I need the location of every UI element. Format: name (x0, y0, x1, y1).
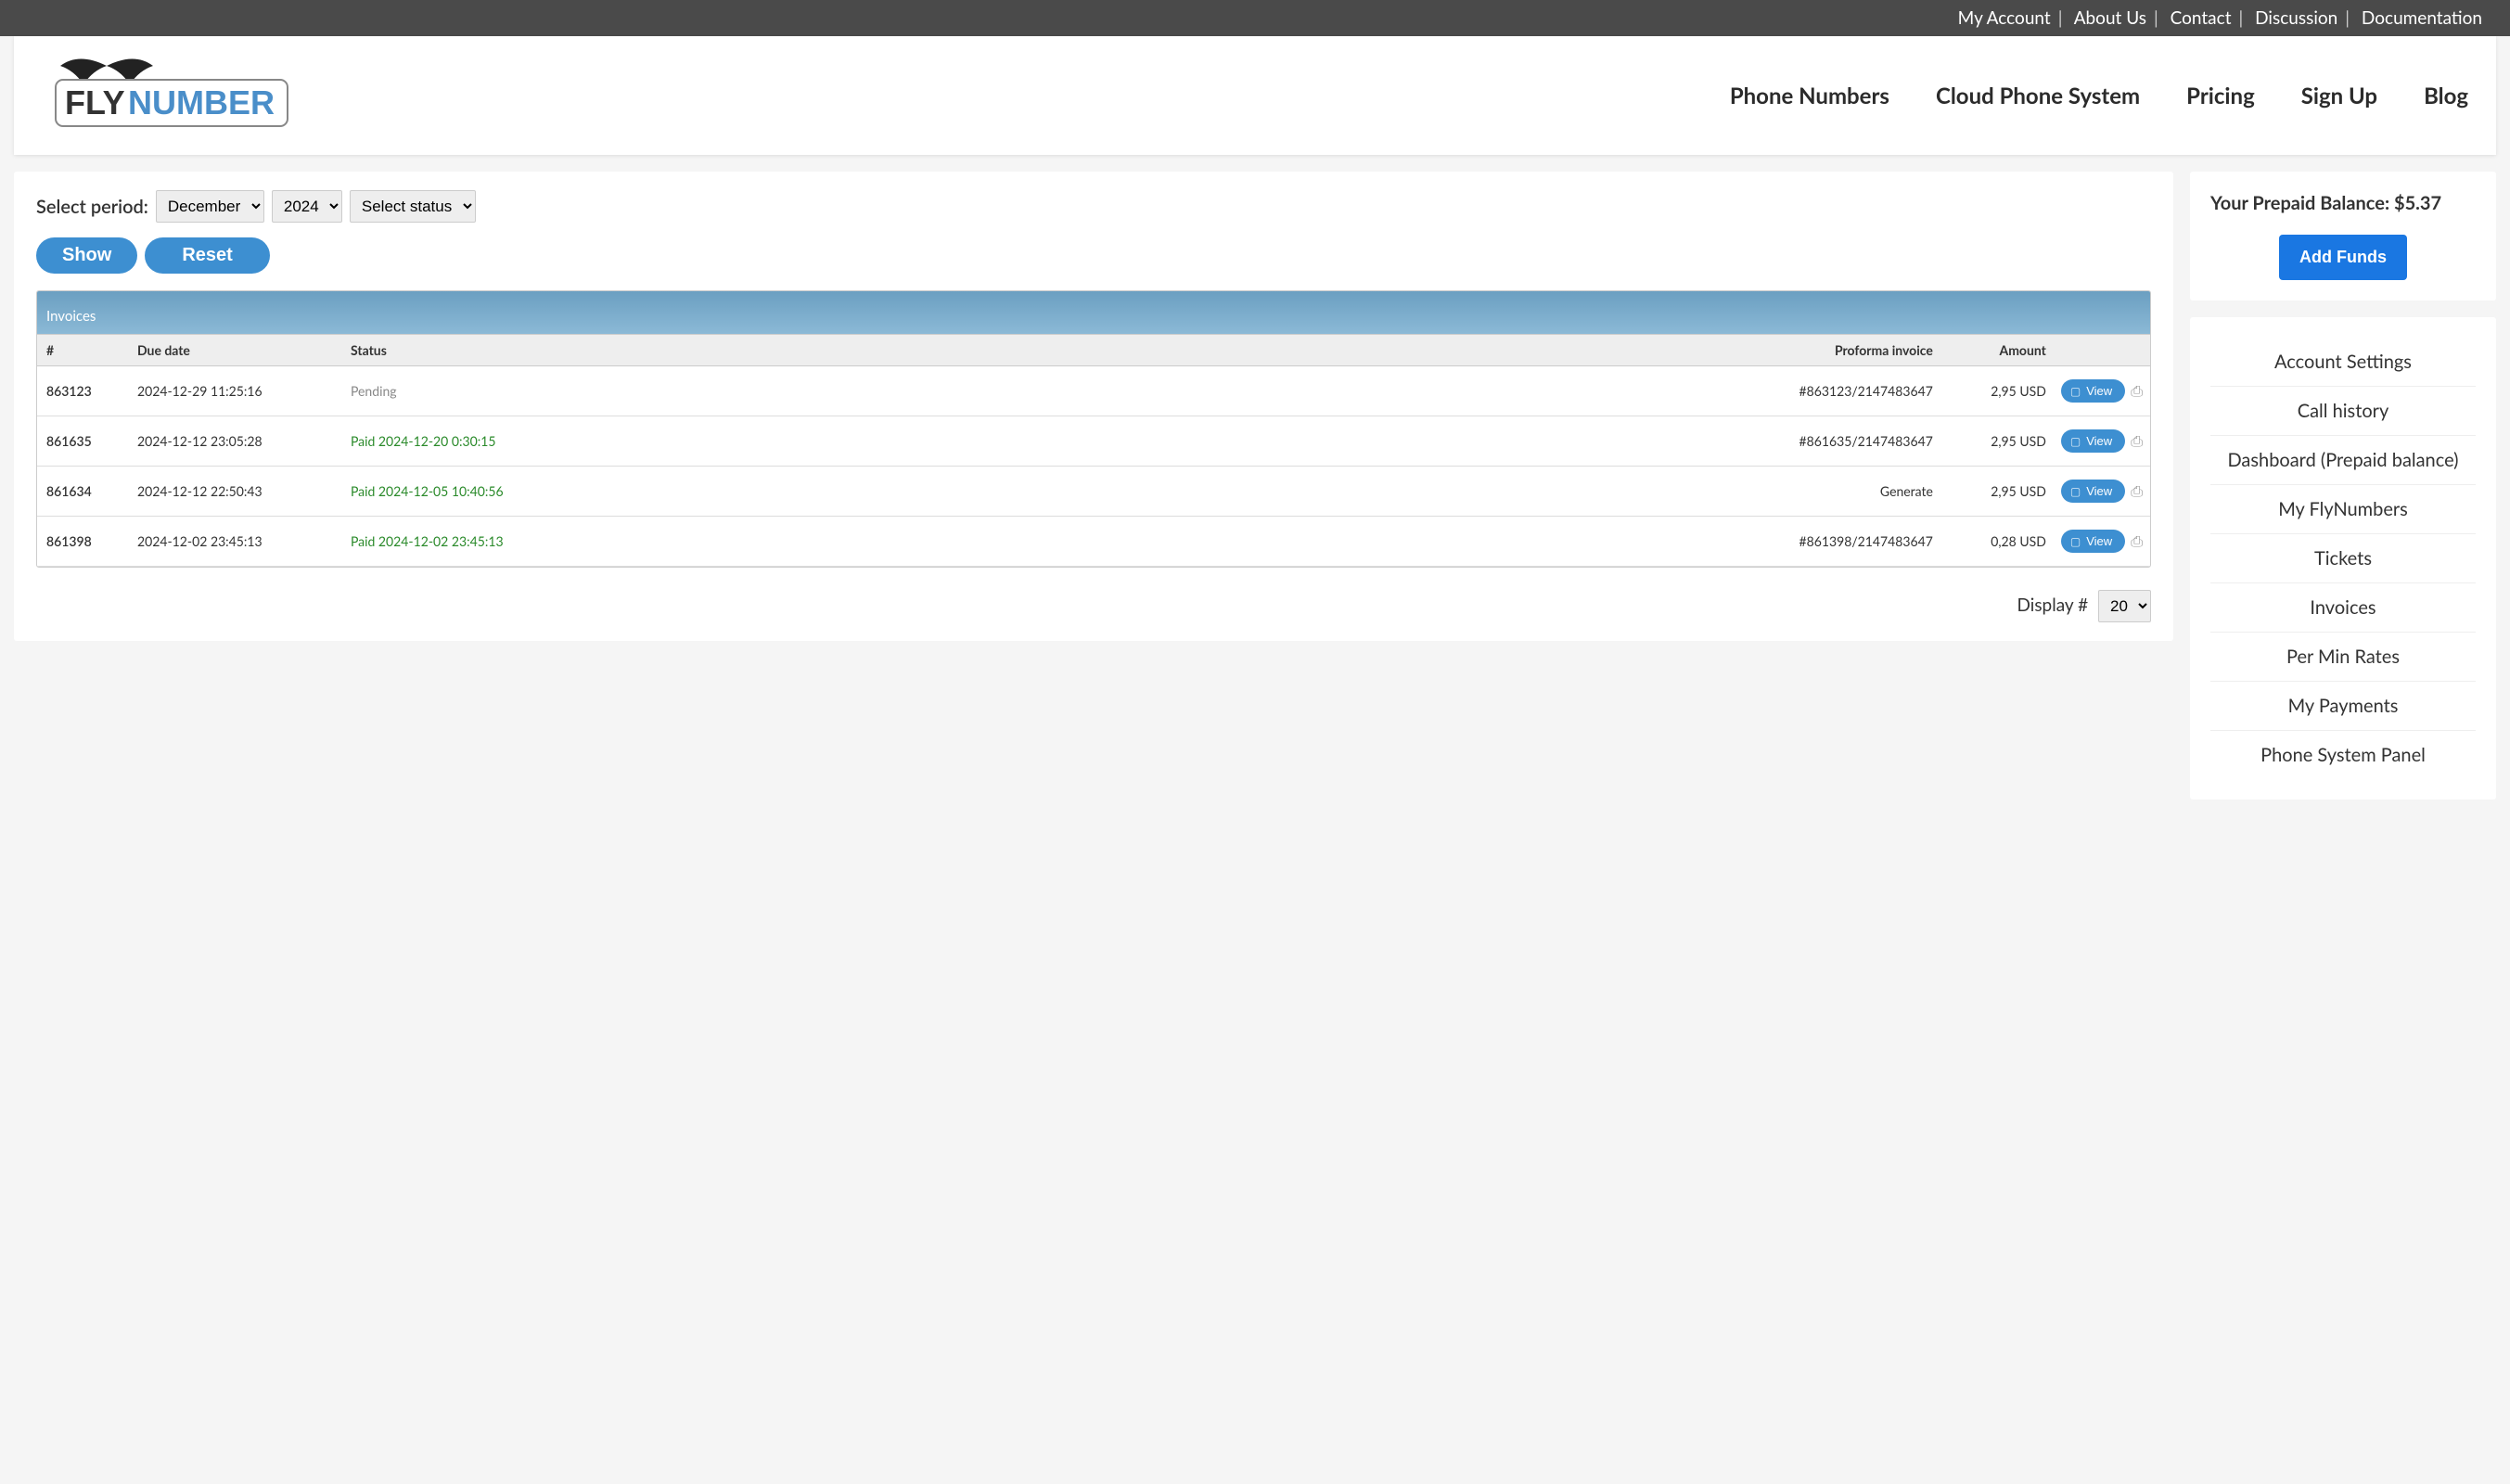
invoices-table: # Due date Status Proforma invoice Amoun… (37, 334, 2150, 567)
cell-due: 2024-12-02 23:45:13 (130, 517, 343, 567)
col-pf: Proforma invoice (1766, 335, 1970, 366)
add-funds-button[interactable]: Add Funds (2279, 235, 2407, 280)
display-select[interactable]: 20 (2098, 590, 2151, 622)
cell-pf: Generate (1766, 467, 1970, 517)
print-icon[interactable]: ⎙ (2131, 432, 2143, 451)
cell-status: Paid 2024-12-20 0:30:15 (343, 416, 1766, 467)
separator: | (2154, 7, 2158, 29)
col-actions (2054, 335, 2150, 366)
cell-id: 861635 (37, 416, 130, 467)
sidenav-link[interactable]: Tickets (2210, 534, 2476, 583)
cell-due: 2024-12-12 22:50:43 (130, 467, 343, 517)
cell-amount: 2,95 USD (1970, 366, 2054, 416)
sidenav-link[interactable]: Phone System Panel (2210, 731, 2476, 779)
sidenav-link[interactable]: Per Min Rates (2210, 633, 2476, 682)
balance-label: Your Prepaid Balance: (2210, 192, 2389, 214)
col-amount: Amount (1970, 335, 2054, 366)
cell-due: 2024-12-29 11:25:16 (130, 366, 343, 416)
file-icon: ▢ (2070, 535, 2081, 548)
side-nav: Account SettingsCall historyDashboard (P… (2190, 317, 2496, 800)
main-nav: Phone Numbers Cloud Phone System Pricing… (1730, 83, 2468, 109)
col-status: Status (343, 335, 1766, 366)
cell-status: Pending (343, 366, 1766, 416)
balance-value: $5.37 (2394, 192, 2441, 214)
separator: | (2345, 7, 2350, 29)
table-row: 8613982024-12-02 23:45:13Paid 2024-12-02… (37, 517, 2150, 567)
print-icon[interactable]: ⎙ (2131, 532, 2143, 551)
sidenav-link[interactable]: Call history (2210, 387, 2476, 436)
print-icon[interactable]: ⎙ (2131, 382, 2143, 401)
topnav-link-about[interactable]: About Us (2074, 7, 2146, 29)
topnav-link-discussion[interactable]: Discussion (2255, 7, 2337, 29)
period-label: Select period: (36, 196, 148, 218)
separator: | (2239, 7, 2244, 29)
topnav-link-contact[interactable]: Contact (2171, 7, 2232, 29)
sidenav-link[interactable]: Invoices (2210, 583, 2476, 633)
cell-due: 2024-12-12 23:05:28 (130, 416, 343, 467)
cell-id: 863123 (37, 366, 130, 416)
col-id: # (37, 335, 130, 366)
sidenav-link[interactable]: Dashboard (Prepaid balance) (2210, 436, 2476, 485)
nav-phone-numbers[interactable]: Phone Numbers (1730, 83, 1889, 109)
table-row: 8616342024-12-12 22:50:43Paid 2024-12-05… (37, 467, 2150, 517)
show-button[interactable]: Show (36, 237, 137, 274)
logo-svg: FLY NUMBER (42, 47, 301, 140)
cell-pf: #863123/2147483647 (1766, 366, 1970, 416)
svg-text:NUMBER: NUMBER (128, 83, 275, 122)
table-title: Invoices (37, 291, 2150, 334)
cell-status: Paid 2024-12-05 10:40:56 (343, 467, 1766, 517)
col-due: Due date (130, 335, 343, 366)
nav-cloud-phone[interactable]: Cloud Phone System (1936, 83, 2140, 109)
file-icon: ▢ (2070, 435, 2081, 448)
topnav-link-documentation[interactable]: Documentation (2362, 7, 2482, 29)
top-nav: My Account | About Us | Contact | Discussio… (0, 0, 2510, 36)
cell-status: Paid 2024-12-02 23:45:13 (343, 517, 1766, 567)
cell-id: 861398 (37, 517, 130, 567)
nav-signup[interactable]: Sign Up (2301, 83, 2377, 109)
svg-text:FLY: FLY (65, 83, 125, 122)
sidenav-link[interactable]: My FlyNumbers (2210, 485, 2476, 534)
nav-blog[interactable]: Blog (2424, 83, 2468, 109)
status-select[interactable]: Select status (350, 190, 476, 223)
table-row: 8631232024-12-29 11:25:16Pending#863123/… (37, 366, 2150, 416)
cell-amount: 2,95 USD (1970, 416, 2054, 467)
cell-pf: #861398/2147483647 (1766, 517, 1970, 567)
content-panel: Select period: December 2024 Select stat… (14, 172, 2173, 641)
file-icon: ▢ (2070, 385, 2081, 398)
file-icon: ▢ (2070, 485, 2081, 498)
topnav-link-account[interactable]: My Account (1958, 7, 2051, 29)
logo[interactable]: FLY NUMBER (42, 47, 301, 144)
view-button[interactable]: ▢View (2061, 429, 2125, 453)
view-button[interactable]: ▢View (2061, 480, 2125, 503)
header: FLY NUMBER Phone Numbers Cloud Phone Sys… (14, 36, 2496, 155)
sidenav-link[interactable]: My Payments (2210, 682, 2476, 731)
view-button[interactable]: ▢View (2061, 379, 2125, 403)
nav-pricing[interactable]: Pricing (2186, 83, 2255, 109)
cell-amount: 0,28 USD (1970, 517, 2054, 567)
balance-panel: Your Prepaid Balance: $5.37 Add Funds (2190, 172, 2496, 301)
month-select[interactable]: December (156, 190, 264, 223)
cell-id: 861634 (37, 467, 130, 517)
cell-pf: #861635/2147483647 (1766, 416, 1970, 467)
print-icon[interactable]: ⎙ (2131, 482, 2143, 501)
invoices-table-wrap: Invoices # Due date Status Proforma invo… (36, 290, 2151, 568)
cell-amount: 2,95 USD (1970, 467, 2054, 517)
year-select[interactable]: 2024 (272, 190, 342, 223)
display-label: Display # (2017, 595, 2089, 616)
sidenav-link[interactable]: Account Settings (2210, 338, 2476, 387)
filter-bar: Select period: December 2024 Select stat… (36, 190, 2151, 274)
table-row: 8616352024-12-12 23:05:28Paid 2024-12-20… (37, 416, 2150, 467)
separator: | (2058, 7, 2063, 29)
pager: Display # 20 (36, 590, 2151, 622)
view-button[interactable]: ▢View (2061, 530, 2125, 553)
reset-button[interactable]: Reset (145, 237, 269, 274)
